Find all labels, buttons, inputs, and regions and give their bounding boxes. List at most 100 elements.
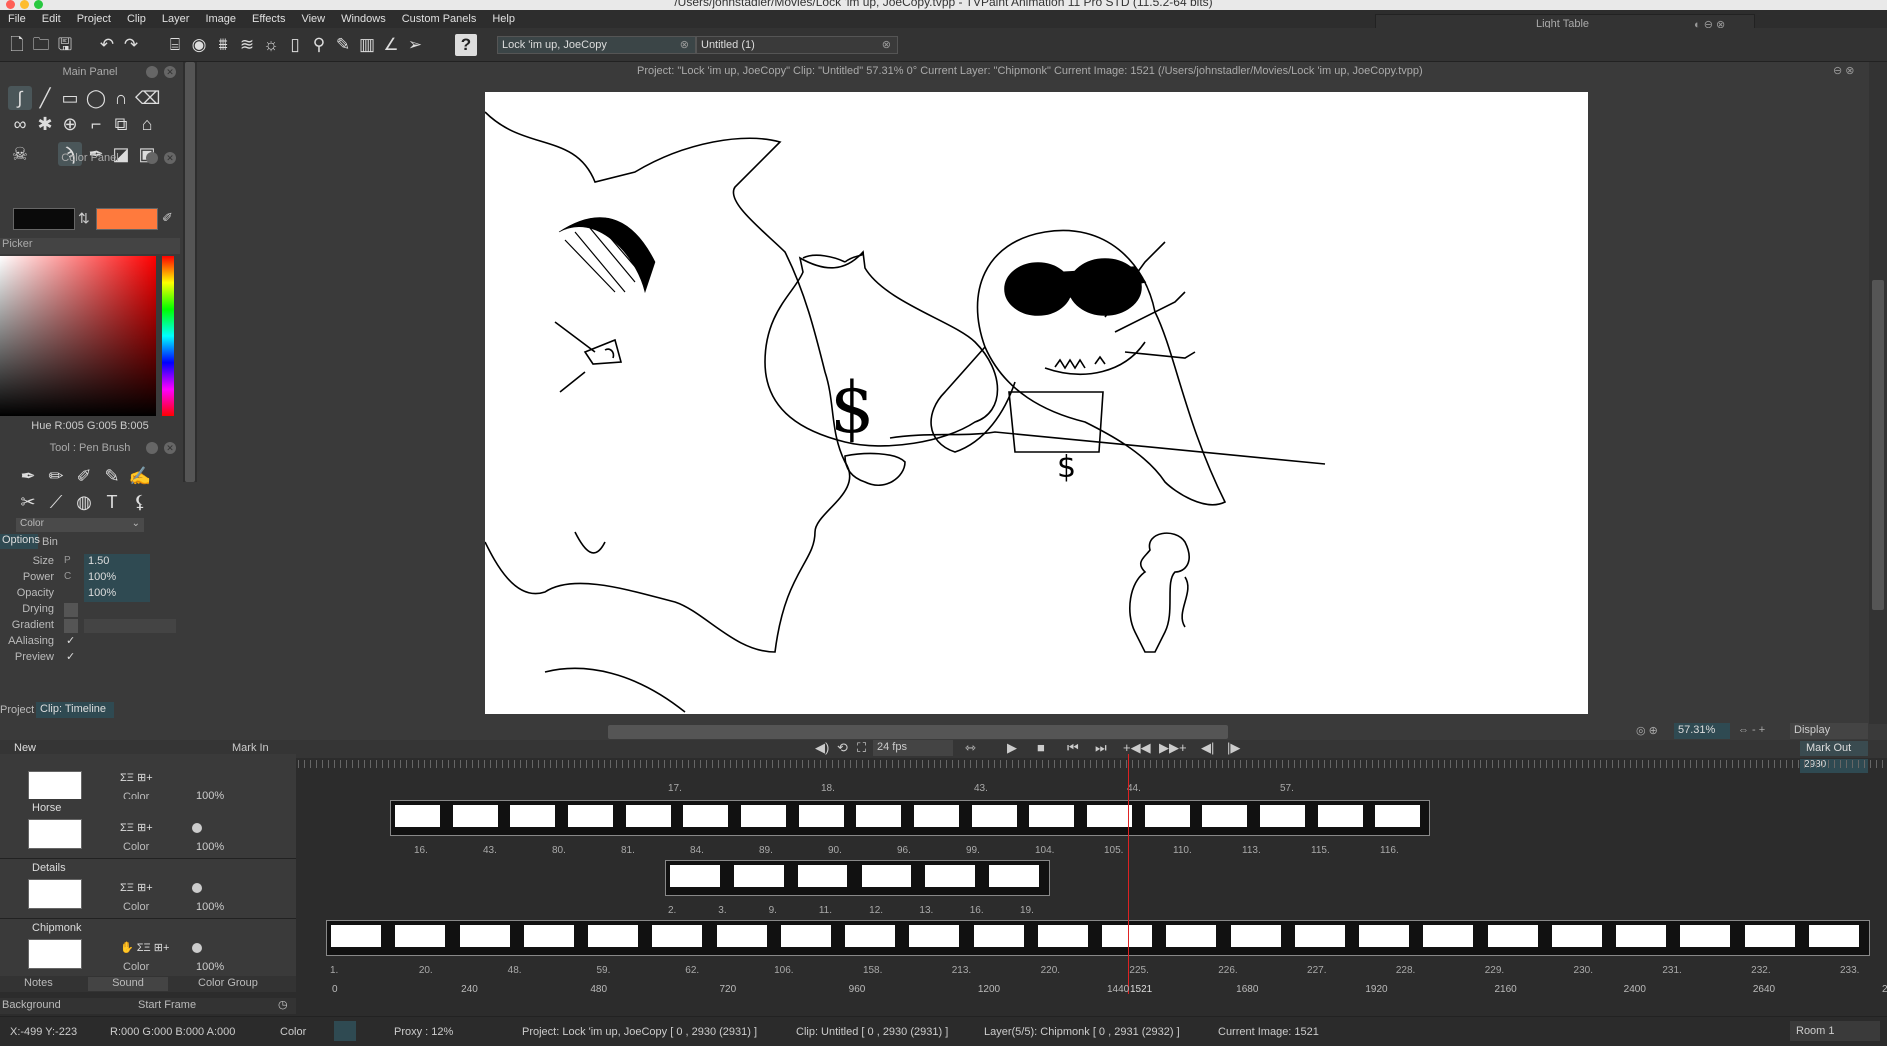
exposure-cell[interactable] [1680,925,1731,947]
layer-mode-icon[interactable]: ✋ ΣΞ ⊞+ [120,941,169,954]
exposure-cell[interactable] [568,805,613,827]
hand-icon[interactable]: ⇿ [965,740,976,756]
exposure-cell[interactable] [452,805,498,827]
new-document-icon[interactable]: 🗋 [6,34,28,56]
rotate-icon[interactable]: ◎ ⊕ [1636,724,1658,737]
layer-opacity[interactable]: 100% [196,961,224,973]
fx-stack-icon[interactable]: ⩩ [212,34,234,56]
exposure-cell[interactable] [670,865,720,887]
step-back-icon[interactable]: ◀| [1201,740,1214,756]
start-frame-select[interactable]: Start Frame [138,999,196,1011]
layers-icon[interactable]: ≋ [236,34,258,56]
last-frame-icon[interactable]: ⏭ [1095,740,1107,756]
exposure-cell[interactable] [523,925,574,947]
first-frame-icon[interactable]: ⏮ [1067,740,1079,756]
panel-menu-icon[interactable] [146,442,158,454]
layer-details[interactable]: Details ΣΞ ⊞+ Color 100% [0,859,296,919]
exposure-cell[interactable] [1808,925,1859,947]
panel-menu-icon[interactable] [146,152,158,164]
tab-project-lock-im-up[interactable]: Lock 'im up, JoeCopy ⊗ [497,36,696,54]
exposure-cell[interactable] [1202,805,1248,827]
menu-clip[interactable]: Clip [119,13,154,25]
magic-wand-icon[interactable]: ✱ [33,112,57,136]
crop-icon[interactable]: ⧉ [109,112,133,136]
tab-project[interactable]: Project [0,704,34,716]
exposure-cell[interactable] [861,865,912,887]
curve-tool-icon[interactable]: ∩ [109,86,133,110]
close-tab-icon[interactable]: ⊗ [882,38,891,51]
special-brush-icon[interactable]: ⚸ [128,490,152,514]
exposure-cell[interactable] [683,805,729,827]
exposure-cell[interactable] [1087,805,1132,827]
power-field[interactable]: 100% [84,570,150,586]
playhead[interactable] [1128,754,1129,994]
exposure-cell[interactable] [716,925,767,947]
drawing-canvas[interactable]: $ $ [485,92,1588,714]
exposure-cell[interactable] [1375,805,1421,827]
viewport-horizontal-scrollbar[interactable] [608,725,1228,739]
tab-color-group[interactable]: Color Group [198,977,258,989]
volume-icon[interactable]: ◀) [815,740,829,756]
exposure-cell[interactable] [909,925,960,947]
frame-ruler[interactable] [292,760,1887,768]
layer-mode-icon[interactable]: ΣΞ ⊞+ [120,881,153,894]
tab-notes[interactable]: Notes [24,977,53,989]
zoom-buttons-icon[interactable]: ⇔ - + [1738,724,1765,736]
panel-close-icon[interactable]: ✕ [164,66,176,78]
exposure-cell[interactable] [1359,925,1410,947]
exposure-cell[interactable] [652,925,703,947]
open-folder-icon[interactable]: 🗀 [30,34,52,56]
freehand-line-icon[interactable]: ∫ [8,86,32,110]
scissors-icon[interactable]: ✂ [16,490,40,514]
background-select[interactable]: Background [2,999,61,1011]
eyedropper-icon[interactable]: ✐ [162,210,173,226]
exposure-cell[interactable] [1260,805,1305,827]
gradient-preview[interactable] [84,619,176,633]
layer-visibility-toggle[interactable] [192,943,202,953]
exposure-cell[interactable] [780,925,831,947]
exposure-cell[interactable] [1166,925,1217,947]
tab-bin[interactable]: Bin [42,536,58,548]
crayon-icon[interactable]: ✏ [44,464,68,488]
exposure-cell[interactable] [1029,805,1075,827]
menu-image[interactable]: Image [197,13,244,25]
tab-untitled[interactable]: Untitled (1) ⊗ [696,36,898,54]
exposure-cell[interactable] [1487,925,1538,947]
menu-custom-panels[interactable]: Custom Panels [394,13,485,25]
redo-icon[interactable]: ↷ [120,34,142,56]
exposure-cell[interactable] [510,805,556,827]
menu-effects[interactable]: Effects [244,13,293,25]
graph-icon[interactable]: ∠ [380,34,402,56]
fps-select[interactable]: 24 fps [873,740,953,756]
line-tool-icon[interactable]: ╱ [33,86,57,110]
viewport-controls-icon[interactable]: ⊖ ⊗ [1833,64,1855,77]
room-select[interactable]: Room 1 [1790,1021,1880,1041]
help-icon[interactable]: ? [455,34,477,56]
exposure-cell[interactable] [798,805,844,827]
menu-edit[interactable]: Edit [34,13,69,25]
aaliasing-checkbox[interactable]: ✓ [66,634,75,647]
step-forward-icon[interactable]: |▶ [1227,740,1240,756]
exposure-cell[interactable] [1423,925,1474,947]
text-tool-icon[interactable]: T [100,490,124,514]
exposure-cell[interactable] [925,865,976,887]
exposure-cell[interactable] [331,925,382,947]
left-panel-scrollbar[interactable] [183,62,197,482]
brush-presets-icon[interactable]: ✎ [332,34,354,56]
exposure-cell[interactable] [973,925,1024,947]
blend-icon[interactable]: ◍ [72,490,96,514]
exposure-cell[interactable] [989,865,1039,887]
panel-close-icon[interactable]: ✕ [164,152,176,164]
close-tab-icon[interactable]: ⊗ [680,38,689,51]
toolbox-icon[interactable]: ⌸ [164,34,186,56]
drying-checkbox[interactable] [64,603,78,617]
layer-visibility-toggle[interactable] [192,823,202,833]
mark-out-label[interactable]: Mark Out [1800,741,1868,756]
menu-windows[interactable]: Windows [333,13,394,25]
rectangle-tool-icon[interactable]: ▭ [58,86,82,110]
search-icon[interactable]: ⚲ [308,34,330,56]
preview-checkbox[interactable]: ✓ [66,650,75,663]
airbrush-icon[interactable]: ✎ [100,464,124,488]
menu-view[interactable]: View [293,13,333,25]
remote-icon[interactable]: ▯ [284,34,306,56]
